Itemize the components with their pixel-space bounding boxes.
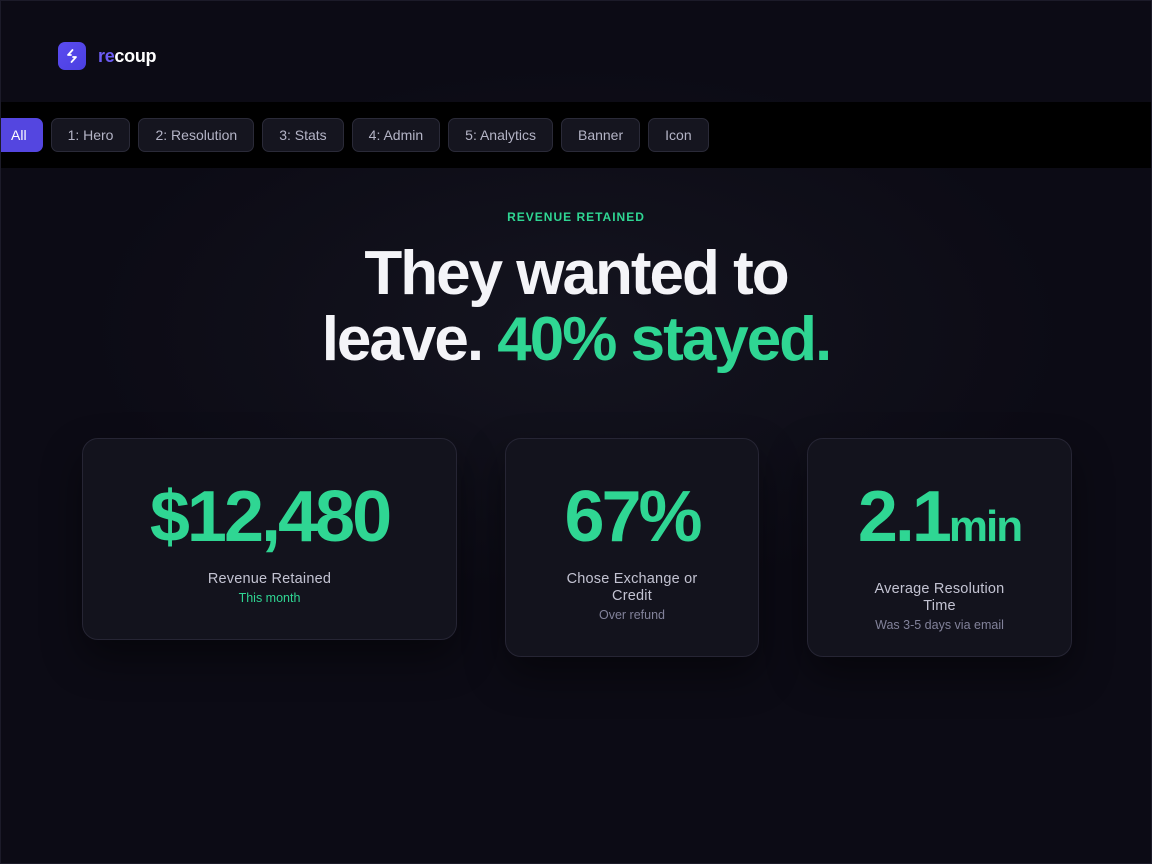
stat-value: 2.1min	[808, 477, 1071, 567]
tab-stats[interactable]: 3: Stats	[262, 118, 344, 152]
stat-sublabel: This month	[238, 591, 301, 605]
brand-logo[interactable]: recoup	[58, 42, 157, 70]
tab-bar: All 1: Hero 2: Resolution 3: Stats 4: Ad…	[1, 102, 1151, 168]
stat-value-number: 2.1	[857, 477, 952, 557]
hero-eyebrow: REVENUE RETAINED	[507, 210, 645, 224]
hero-headline-line2: leave. 40% stayed.	[1, 307, 1151, 373]
brand-name-suffix: coup	[114, 45, 157, 66]
stat-card-revenue: $12,480 Revenue Retained This month	[82, 438, 457, 640]
hero-headline-accent: 40% stayed.	[497, 305, 832, 374]
hero-headline-line1: They wanted to	[364, 239, 789, 308]
brand-name-prefix: re	[98, 45, 115, 66]
stat-sublabel: Over refund	[598, 608, 665, 622]
brand-name: recoup	[98, 45, 157, 67]
hero-headline: They wanted to leave. 40% stayed.	[1, 241, 1151, 373]
stat-value: 67%	[564, 477, 702, 557]
header: recoup	[1, 1, 1151, 101]
page: recoup All 1: Hero 2: Resolution 3: Stat…	[0, 0, 1152, 864]
stat-card-resolution-time: 2.1min Average Resolution Time Was 3-5 d…	[807, 438, 1072, 657]
stat-card-exchange: 67% Chose Exchange or Credit Over refund	[505, 438, 759, 657]
stat-sublabel: Was 3-5 days via email	[875, 618, 1004, 632]
tab-icon[interactable]: Icon	[648, 118, 709, 152]
hero-headline-plain: leave.	[321, 305, 498, 374]
tab-resolution[interactable]: 2: Resolution	[138, 118, 255, 152]
link-arrows-icon	[58, 42, 86, 70]
stat-label: Average Resolution Time	[874, 581, 1005, 614]
tab-all[interactable]: All	[1, 118, 43, 152]
stat-label: Revenue Retained	[207, 571, 332, 587]
tab-analytics[interactable]: 5: Analytics	[448, 118, 553, 152]
tab-hero[interactable]: 1: Hero	[50, 118, 131, 152]
tab-admin[interactable]: 4: Admin	[351, 118, 441, 152]
tab-banner[interactable]: Banner	[560, 118, 641, 152]
stat-value: $12,480	[149, 477, 392, 557]
stat-value-unit: min	[948, 502, 1023, 551]
stat-label: Chose Exchange or Credit	[566, 571, 698, 604]
